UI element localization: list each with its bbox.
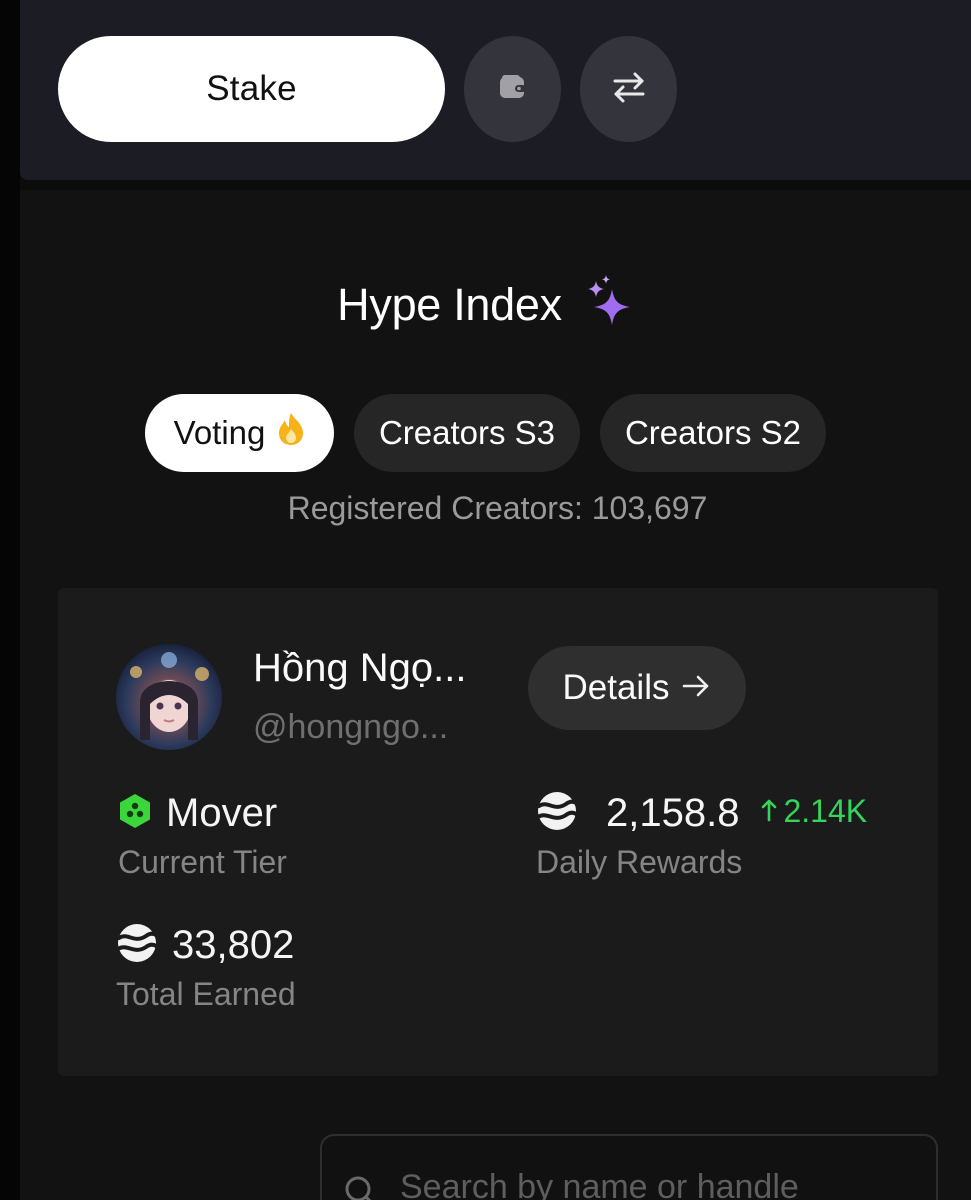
daily-rewards-stat: 2,158.8 2.14K Daily Rewards — [536, 788, 867, 881]
page-title: Hype Index — [337, 279, 562, 330]
flame-icon — [277, 412, 305, 454]
creator-handle: @hongngo... — [253, 708, 449, 746]
details-button[interactable]: Details — [528, 646, 746, 730]
left-edge — [0, 0, 20, 1200]
token-icon — [536, 790, 578, 837]
title-row: Hype Index — [0, 270, 971, 340]
creator-name[interactable]: Hồng Ngọ... — [253, 646, 466, 691]
registered-creators-count: Registered Creators: 103,697 — [287, 490, 708, 526]
daily-rewards-delta-value: 2.14K — [783, 792, 868, 829]
tab-creators-s3[interactable]: Creators S3 — [354, 394, 580, 472]
creator-card: Hồng Ngọ... @hongngo... Details Mover Cu… — [58, 588, 938, 1076]
search-input[interactable] — [400, 1167, 920, 1200]
details-label: Details — [562, 668, 670, 707]
stake-button[interactable]: Stake — [58, 36, 445, 142]
tab-creators-s2[interactable]: Creators S2 — [600, 394, 826, 472]
action-bar: Stake — [20, 0, 971, 180]
swap-button[interactable] — [580, 36, 677, 142]
daily-rewards-delta: 2.14K — [761, 793, 867, 830]
tab-bar: Voting Creators S3 Creators S2 — [0, 394, 971, 472]
tab-label: Voting — [173, 414, 266, 451]
tier-label: Current Tier — [118, 844, 287, 880]
tier-hexagon-icon — [118, 793, 152, 834]
arrow-right-icon — [681, 668, 711, 708]
wallet-icon — [498, 72, 528, 107]
search-box — [320, 1134, 938, 1200]
wallet-button[interactable] — [464, 36, 561, 142]
tier-value: Mover — [166, 790, 278, 835]
arrow-up-icon — [761, 793, 777, 830]
avatar[interactable] — [116, 644, 222, 750]
swap-arrows-icon — [611, 70, 647, 109]
tab-voting[interactable]: Voting — [145, 394, 334, 472]
token-icon — [116, 922, 158, 969]
total-earned-value: 33,802 — [172, 922, 295, 967]
sparkles-icon — [582, 274, 634, 336]
total-earned-stat: 33,802 Total Earned — [116, 920, 296, 1013]
tab-label: Creators S3 — [378, 414, 556, 451]
tab-label: Creators S2 — [624, 414, 802, 451]
daily-rewards-value: 2,158.8 — [606, 790, 740, 835]
search-icon — [344, 1175, 378, 1200]
daily-rewards-label: Daily Rewards — [536, 844, 743, 880]
page: Stake Hype Index Voting Creators S3 Crea… — [0, 0, 971, 1200]
tier-stat: Mover Current Tier — [118, 788, 287, 881]
total-earned-label: Total Earned — [116, 976, 296, 1012]
